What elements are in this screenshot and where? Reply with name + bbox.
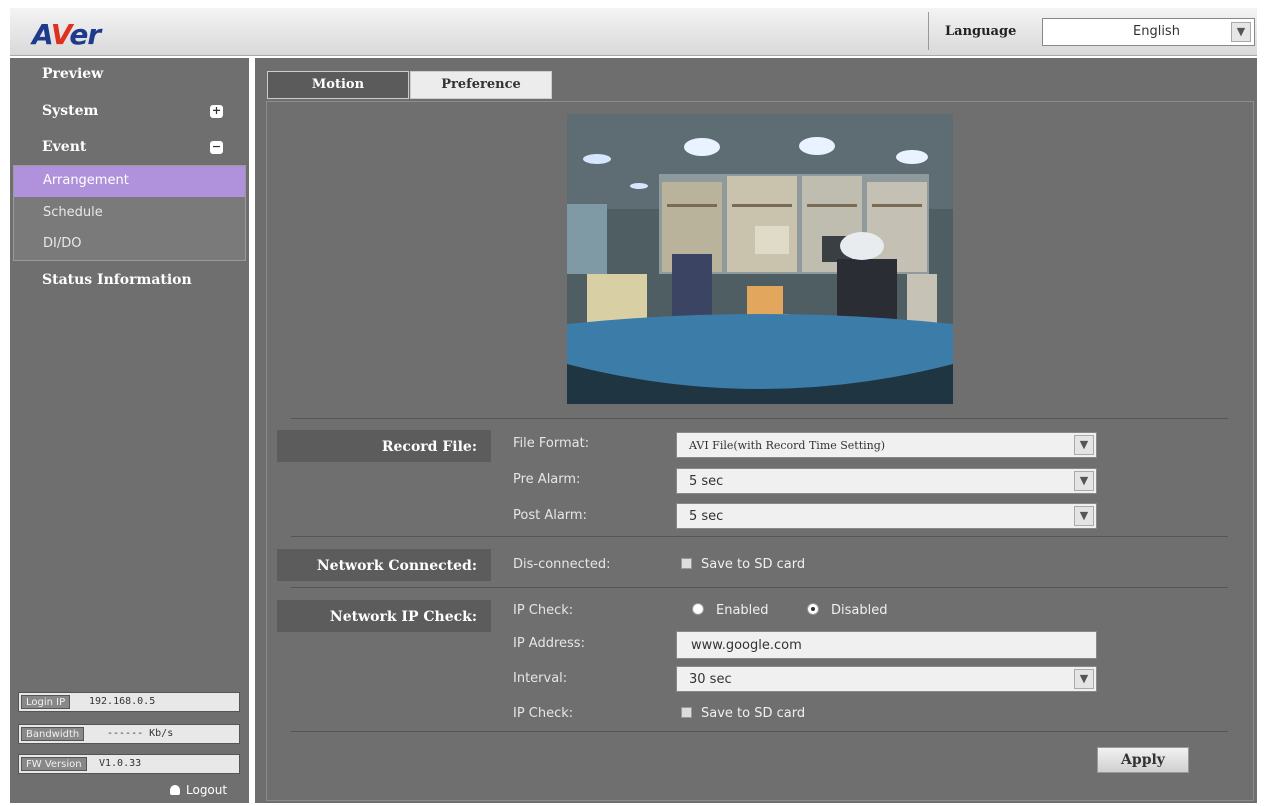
sidebar-item-schedule[interactable]: Schedule [14,198,245,229]
radio-button[interactable] [692,603,704,615]
sidebar-item-arrangement[interactable]: Arrangement [14,166,245,197]
divider [291,587,1228,588]
post-alarm-value: 5 sec [689,509,724,524]
sidebar: Preview System + Event − Arrangement Sch… [10,58,249,803]
sidebar-item-label: System [42,103,99,119]
preference-panel: Record File: File Format: AVI File(with … [266,101,1254,801]
disconnected-label: Dis-connected: [513,557,611,572]
bandwidth-label: Bandwidth [21,727,85,741]
record-file-heading: Record File: [277,430,491,462]
language-label: Language [945,24,1017,39]
top-bar: AVer Language English ▼ [10,8,1257,56]
bandwidth-info: Bandwidth ------ Kb/s [18,724,240,744]
radio-label: Enabled [716,603,769,618]
checkbox-label: Save to SD card [701,557,806,572]
network-connected-heading: Network Connected: [277,549,491,581]
main-content: Motion Preference Record File: File Form… [255,58,1257,803]
user-icon [170,785,180,795]
divider [928,12,929,50]
tab-preference[interactable]: Preference [410,71,552,99]
ip-address-label: IP Address: [513,636,585,651]
ip-check-label-2: IP Check: [513,706,574,721]
save-to-sd-checkbox[interactable]: Save to SD card [681,557,805,572]
sidebar-item-preview[interactable]: Preview [10,58,249,92]
sidebar-item-status-information[interactable]: Status Information [10,264,249,298]
login-ip-value: 192.168.0.5 [89,696,156,707]
divider [291,731,1228,732]
ip-check-save-to-sd-checkbox[interactable]: Save to SD card [681,706,805,721]
sidebar-item-system[interactable]: System + [10,95,249,129]
camera-preview-image [567,114,953,404]
chevron-down-icon[interactable]: ▼ [1074,506,1094,526]
interval-label: Interval: [513,671,568,686]
login-ip-label: Login IP [21,695,71,709]
language-select[interactable]: English ▼ [1042,18,1255,46]
sidebar-item-di-do[interactable]: DI/DO [14,229,245,260]
sidebar-item-label: Preview [42,66,104,82]
file-format-label: File Format: [513,436,590,451]
logout-label: Logout [186,783,228,797]
pre-alarm-label: Pre Alarm: [513,472,581,487]
camera-preview [567,114,953,404]
fw-version-label: FW Version [21,757,87,771]
file-format-select[interactable]: AVI File(with Record Time Setting) ▼ [676,432,1097,458]
interval-select[interactable]: 30 sec ▼ [676,666,1097,692]
divider [291,536,1228,537]
network-ip-check-heading: Network IP Check: [277,600,491,632]
radio-button-selected[interactable] [807,603,819,615]
checkbox-label: Save to SD card [701,706,806,721]
chevron-down-icon[interactable]: ▼ [1231,22,1251,42]
file-format-value: AVI File(with Record Time Setting) [689,439,886,452]
interval-value: 30 sec [689,672,732,687]
aver-logo: AVer [32,18,101,51]
enabled-radio[interactable]: Enabled [692,603,769,618]
chevron-down-icon[interactable]: ▼ [1074,435,1094,455]
fw-version-value: V1.0.33 [99,758,142,769]
disabled-radio[interactable]: Disabled [807,603,887,618]
post-alarm-label: Post Alarm: [513,508,587,523]
bandwidth-value: ------ Kb/s [107,728,174,739]
divider [291,418,1228,419]
collapse-minus-icon[interactable]: − [210,141,223,154]
logout-link[interactable]: Logout [170,783,227,797]
fw-version-info: FW Version V1.0.33 [18,754,240,774]
ip-address-input[interactable]: www.google.com [676,631,1097,659]
expand-plus-icon[interactable]: + [210,105,223,118]
login-ip-info: Login IP 192.168.0.5 [18,692,240,712]
pre-alarm-select[interactable]: 5 sec ▼ [676,468,1097,494]
apply-button[interactable]: Apply [1097,747,1189,773]
post-alarm-select[interactable]: 5 sec ▼ [676,503,1097,529]
sidebar-item-label: Status Information [42,272,192,288]
radio-label: Disabled [831,603,888,618]
checkbox-box[interactable] [681,707,692,718]
chevron-down-icon[interactable]: ▼ [1074,471,1094,491]
chevron-down-icon[interactable]: ▼ [1074,669,1094,689]
event-submenu: Arrangement Schedule DI/DO [13,165,246,261]
ip-check-label: IP Check: [513,603,574,618]
language-value: English [1133,24,1180,39]
checkbox-box[interactable] [681,558,692,569]
tab-motion[interactable]: Motion [267,71,409,99]
sidebar-item-label: Event [42,139,87,155]
sidebar-item-event[interactable]: Event − [10,131,249,165]
pre-alarm-value: 5 sec [689,474,724,489]
